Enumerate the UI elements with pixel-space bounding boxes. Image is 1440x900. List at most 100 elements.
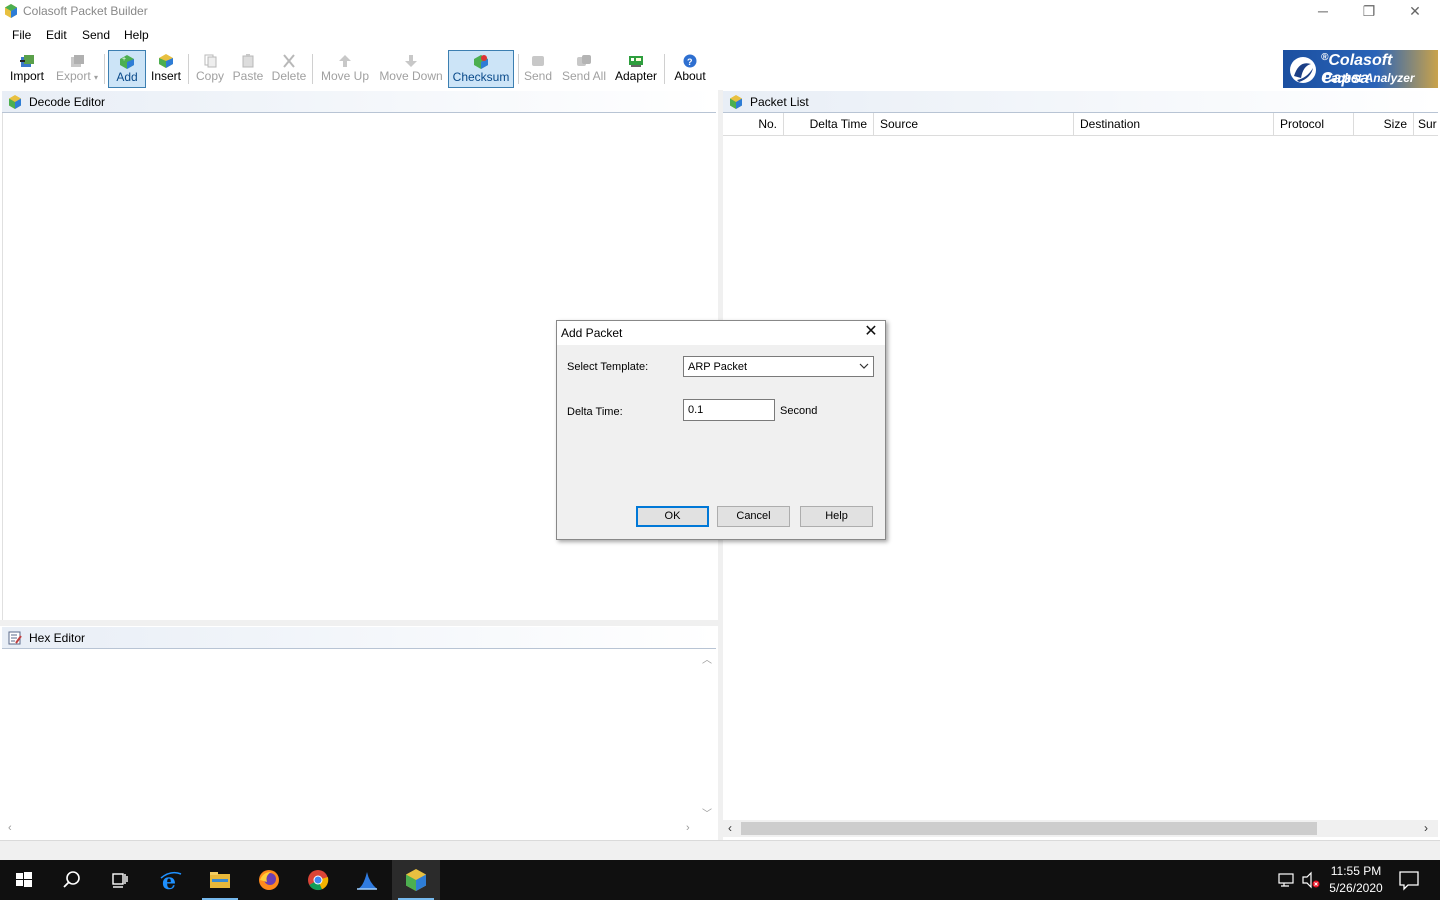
scroll-left-icon[interactable]: ‹ xyxy=(8,822,12,834)
decode-editor-header: Decode Editor xyxy=(2,91,716,113)
toolbar-separator xyxy=(188,54,189,84)
scroll-left-icon[interactable]: ‹ xyxy=(728,821,732,835)
menu-help[interactable]: Help xyxy=(124,28,149,42)
search-icon xyxy=(63,871,80,888)
column-header-summary[interactable]: Sur xyxy=(1414,113,1438,136)
send-button[interactable]: Send xyxy=(522,50,554,88)
insert-icon xyxy=(159,54,173,68)
copy-icon xyxy=(204,54,217,68)
svg-text:?: ? xyxy=(687,57,693,67)
move-up-button[interactable]: Move Up xyxy=(318,50,372,88)
column-header-protocol[interactable]: Protocol xyxy=(1274,113,1354,136)
scroll-right-icon[interactable]: › xyxy=(686,822,690,834)
insert-button[interactable]: Insert xyxy=(148,50,184,88)
column-header-destination[interactable]: Destination xyxy=(1074,113,1274,136)
column-header-delta-time[interactable]: Delta Time xyxy=(784,113,874,136)
paste-icon xyxy=(242,54,254,68)
column-header-no[interactable]: No. xyxy=(723,113,784,136)
horizontal-splitter[interactable] xyxy=(0,620,718,626)
scrollbar-thumb[interactable] xyxy=(741,822,1317,835)
file-explorer-button[interactable] xyxy=(196,860,244,900)
arrow-down-icon xyxy=(405,55,417,67)
add-packet-dialog: Add Packet ✕ Select Template: ARP Packet… xyxy=(556,320,886,540)
packet-builder-icon xyxy=(406,869,426,891)
search-button[interactable] xyxy=(48,860,96,900)
firefox-button[interactable] xyxy=(245,860,293,900)
notification-center-button[interactable] xyxy=(1394,860,1424,900)
packet-list-horizontal-scrollbar[interactable]: ‹ › xyxy=(723,820,1438,837)
status-bar xyxy=(0,840,1440,860)
copy-button[interactable]: Copy xyxy=(192,50,228,88)
colasoft-capsa-logo[interactable]: ®Colasoft Capsa Packet Analyzer xyxy=(1283,50,1438,88)
add-button[interactable]: + Add xyxy=(108,50,146,88)
hex-horizontal-scrollbar[interactable]: ‹ › xyxy=(2,821,716,837)
import-button[interactable]: Import xyxy=(6,50,48,88)
wireshark-button[interactable] xyxy=(343,860,391,900)
volume-tray-button[interactable] xyxy=(1300,860,1322,900)
packet-builder-taskbar-button[interactable] xyxy=(392,860,440,900)
file-explorer-icon xyxy=(210,872,230,888)
task-view-button[interactable] xyxy=(96,860,144,900)
column-header-size[interactable]: Size xyxy=(1354,113,1414,136)
help-icon: ? xyxy=(683,54,697,68)
export-label: Export xyxy=(55,69,91,83)
taskbar: e 11:55 PM 5/26/2020 xyxy=(0,860,1440,900)
menu-edit[interactable]: Edit xyxy=(46,28,67,42)
capsa-logo-icon xyxy=(1290,57,1316,83)
delete-button[interactable]: Delete xyxy=(270,50,308,88)
hex-vertical-scrollbar[interactable]: ︿ ﹀ xyxy=(698,649,715,821)
send-all-button[interactable]: Send All xyxy=(560,50,608,88)
maximize-button[interactable]: ❐ xyxy=(1346,0,1392,24)
about-button[interactable]: ? About xyxy=(670,50,710,88)
add-icon: + xyxy=(120,55,134,69)
delta-time-input[interactable] xyxy=(683,399,775,421)
hex-editor-icon xyxy=(8,631,22,645)
toolbar-separator xyxy=(518,54,519,84)
dialog-close-icon[interactable]: ✕ xyxy=(859,322,883,344)
internet-explorer-button[interactable]: e xyxy=(147,860,195,900)
help-button[interactable]: Help xyxy=(800,506,873,527)
cancel-button[interactable]: Cancel xyxy=(717,506,790,527)
hex-editor-title: Hex Editor xyxy=(29,631,86,645)
toolbar-separator xyxy=(104,54,105,84)
delta-time-unit: Second xyxy=(780,405,818,417)
toolbar-separator xyxy=(312,54,313,84)
hex-editor-header: Hex Editor xyxy=(2,627,716,649)
taskbar-clock[interactable]: 11:55 PM 5/26/2020 xyxy=(1322,863,1390,897)
checksum-icon xyxy=(474,55,488,69)
scroll-down-icon[interactable]: ﹀ xyxy=(702,805,712,820)
start-button[interactable] xyxy=(0,860,48,900)
template-select[interactable]: ARP Packet xyxy=(683,356,874,377)
menu-file[interactable]: File xyxy=(12,28,31,42)
menu-send[interactable]: Send xyxy=(82,28,110,42)
decode-editor-icon xyxy=(9,95,21,109)
move-down-button[interactable]: Move Down xyxy=(376,50,446,88)
wireshark-icon xyxy=(357,872,377,890)
packet-list-columns: No. Delta Time Source Destination Protoc… xyxy=(723,113,1438,136)
send-icon xyxy=(532,56,544,66)
close-button[interactable]: ✕ xyxy=(1392,0,1438,24)
adapter-icon xyxy=(629,56,643,67)
scroll-up-icon[interactable]: ︿ xyxy=(702,651,712,666)
volume-muted-icon xyxy=(1302,871,1320,889)
export-button[interactable]: Export ▾ xyxy=(54,50,100,88)
select-template-label: Select Template: xyxy=(567,361,649,373)
title-bar: Colasoft Packet Builder ─ ❐ ✕ xyxy=(0,0,1440,24)
ok-button[interactable]: OK xyxy=(636,506,709,527)
hex-editor-area[interactable] xyxy=(2,649,716,821)
clock-time: 11:55 PM xyxy=(1330,864,1382,878)
minimize-button[interactable]: ─ xyxy=(1300,0,1346,24)
column-header-source[interactable]: Source xyxy=(874,113,1074,136)
delta-time-label: Delta Time: xyxy=(567,406,623,418)
checksum-button[interactable]: Checksum xyxy=(448,50,514,88)
scroll-right-icon[interactable]: › xyxy=(1424,821,1428,835)
paste-button[interactable]: Paste xyxy=(230,50,266,88)
delete-icon xyxy=(283,54,295,68)
adapter-button[interactable]: Adapter xyxy=(612,50,660,88)
chrome-button[interactable] xyxy=(294,860,342,900)
windows-start-icon xyxy=(16,872,32,887)
chrome-icon xyxy=(308,870,329,891)
menu-bar: File Edit Send Help xyxy=(0,26,1440,46)
import-icon xyxy=(20,55,34,67)
network-tray-button[interactable] xyxy=(1276,860,1298,900)
